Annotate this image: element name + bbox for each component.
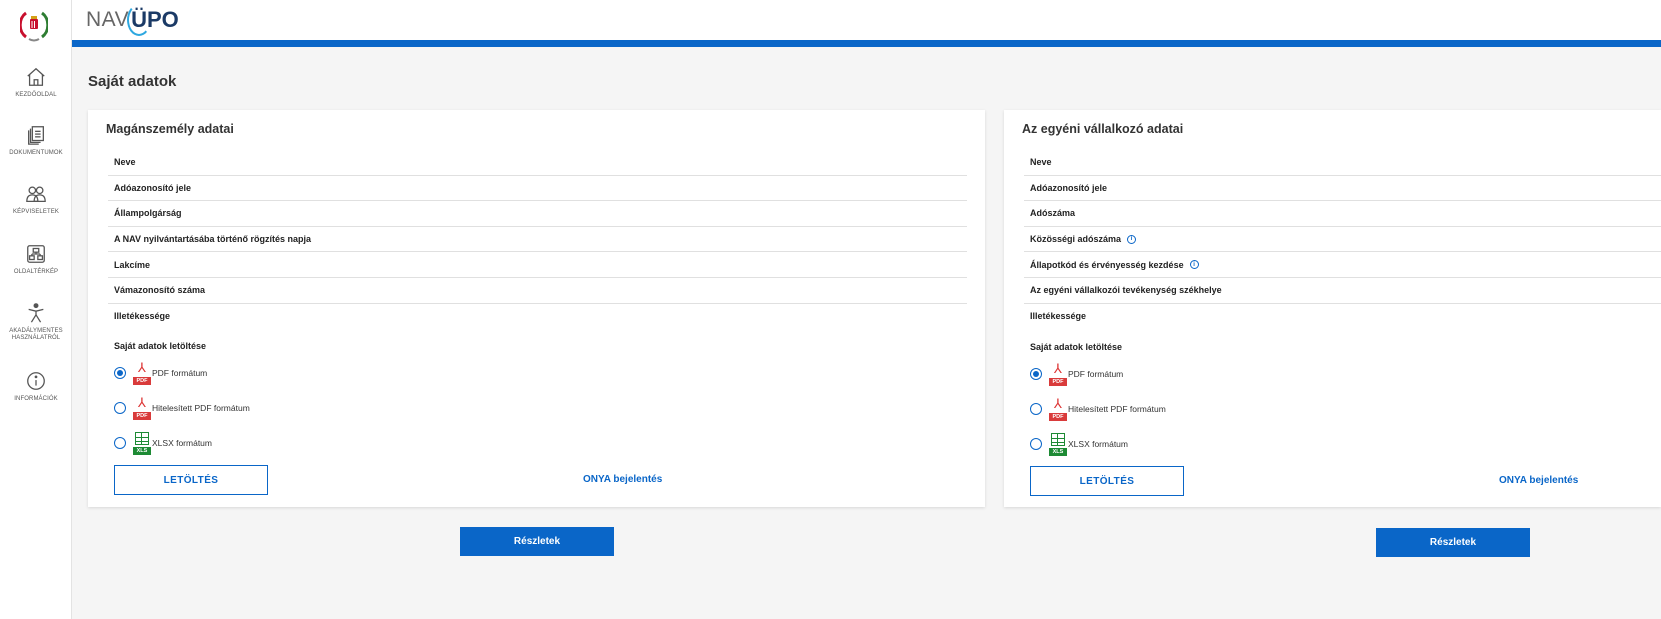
data-row: Az egyéni vállalkozói tevékenység székhe… — [1024, 278, 1661, 304]
header-accent-bar — [72, 40, 1661, 47]
page-title: Saját adatok — [88, 73, 177, 90]
documents-icon — [28, 126, 44, 145]
download-title: Saját adatok letöltése — [114, 341, 207, 351]
info-icon — [27, 372, 45, 390]
accessibility-icon — [28, 303, 44, 323]
data-row: Illetékessége — [1030, 311, 1087, 322]
people-icon — [26, 186, 46, 202]
format-option-certified-pdf[interactable]: ⅄ PDF Hitelesített PDF formátum — [1030, 394, 1166, 424]
sidebar-item-home[interactable]: KEZDŐOLDAL — [0, 66, 72, 99]
radio-button[interactable] — [1030, 438, 1042, 450]
option-label: XLSX formátum — [1068, 439, 1128, 449]
onya-link[interactable]: ONYA bejelentés — [1499, 475, 1578, 486]
sidebar-item-label: OLDALTÉRKÉP — [13, 269, 59, 275]
sidebar: KEZDŐOLDAL DOKUMENTUMOK KÉPVISELETEK OLD… — [0, 0, 72, 619]
radio-button[interactable] — [114, 367, 126, 379]
details-button[interactable]: Részletek — [1376, 528, 1530, 557]
download-button[interactable]: LETÖLTÉS — [1030, 466, 1184, 496]
xls-file-icon: XLS — [1048, 431, 1068, 457]
header: NAV ÜPO — [72, 0, 1661, 40]
pdf-file-icon: ⅄ PDF — [1048, 396, 1068, 422]
format-option-pdf[interactable]: ⅄ PDF PDF formátum — [114, 358, 207, 388]
format-option-xlsx[interactable]: XLS XLSX formátum — [1030, 429, 1128, 459]
info-circle-icon[interactable]: i — [1127, 234, 1137, 244]
private-person-card: Magánszemély adatai Neve Adóazonosító je… — [88, 110, 985, 507]
data-row: Illetékessége — [114, 311, 171, 322]
details-button[interactable]: Részletek — [460, 527, 614, 556]
data-row: A NAV nyilvántartásába történő rögzítés … — [108, 227, 967, 253]
download-title: Saját adatok letöltése — [1030, 342, 1123, 352]
sole-trader-card: Az egyéni vállalkozó adatai Neve Adóazon… — [1004, 110, 1661, 507]
logo-upo-text: ÜPO — [127, 4, 179, 36]
pdf-file-icon: ⅄ PDF — [132, 395, 152, 421]
format-option-xlsx[interactable]: XLS XLSX formátum — [114, 428, 212, 458]
option-label: Hitelesített PDF formátum — [1068, 404, 1166, 414]
data-row: Állampolgárság — [108, 201, 967, 227]
data-row: Neve — [1024, 150, 1661, 176]
option-label: XLSX formátum — [152, 438, 212, 448]
sidebar-item-label: AKADÁLYMENTES HASZNÁLATRÓL — [9, 328, 63, 341]
sidebar-item-sitemap[interactable]: OLDALTÉRKÉP — [0, 243, 72, 276]
radio-button[interactable] — [1030, 403, 1042, 415]
sidebar-item-representations[interactable]: KÉPVISELETEK — [0, 183, 72, 216]
data-row: Adóazonosító jele — [108, 176, 967, 202]
data-rows: Neve Adóazonosító jele Állampolgárság A … — [108, 150, 967, 329]
card-title: Magánszemély adatai — [106, 122, 234, 136]
radio-button[interactable] — [114, 402, 126, 414]
sidebar-item-label: DOKUMENTUMOK — [9, 150, 63, 156]
data-row: Közösségi adószáma i — [1024, 227, 1661, 253]
format-option-pdf[interactable]: ⅄ PDF PDF formátum — [1030, 359, 1123, 389]
logo-nav-text: NAV — [86, 8, 130, 31]
option-label: PDF formátum — [152, 368, 208, 378]
pdf-file-icon: ⅄ PDF — [1048, 361, 1068, 387]
sidebar-item-label: KÉPVISELETEK — [13, 209, 59, 215]
radio-button[interactable] — [114, 437, 126, 449]
sidebar-item-documents[interactable]: DOKUMENTUMOK — [0, 124, 72, 157]
sidebar-item-info[interactable]: INFORMÁCIÓK — [0, 370, 72, 403]
data-row: Adószáma — [1024, 201, 1661, 227]
data-row: Vámazonosító száma — [108, 278, 967, 304]
download-button[interactable]: LETÖLTÉS — [114, 465, 268, 495]
format-option-certified-pdf[interactable]: ⅄ PDF Hitelesített PDF formátum — [114, 393, 250, 423]
sidebar-item-label: KEZDŐOLDAL — [15, 92, 57, 98]
xls-file-icon: XLS — [132, 430, 152, 456]
sidebar-item-accessibility[interactable]: AKADÁLYMENTES HASZNÁLATRÓL — [0, 302, 72, 342]
data-row: Lakcíme — [108, 252, 967, 278]
data-row: Adóazonosító jele — [1024, 176, 1661, 202]
sidebar-item-label: INFORMÁCIÓK — [14, 396, 58, 402]
nav-upo-logo[interactable]: NAV ÜPO — [86, 3, 179, 37]
sitemap-icon — [27, 245, 45, 263]
option-label: PDF formátum — [1068, 369, 1124, 379]
hungarian-crest-logo[interactable] — [20, 5, 48, 43]
info-circle-icon[interactable]: i — [1189, 260, 1199, 270]
pdf-file-icon: ⅄ PDF — [132, 360, 152, 386]
radio-button[interactable] — [1030, 368, 1042, 380]
card-title: Az egyéni vállalkozó adatai — [1022, 122, 1184, 136]
home-icon — [27, 67, 45, 86]
onya-link[interactable]: ONYA bejelentés — [583, 474, 662, 485]
option-label: Hitelesített PDF formátum — [152, 403, 250, 413]
data-rows: Neve Adóazonosító jele Adószáma Közösség… — [1024, 150, 1661, 329]
data-row: Állapotkód és érvényesség kezdése i — [1024, 252, 1661, 278]
data-row: Neve — [108, 150, 967, 176]
